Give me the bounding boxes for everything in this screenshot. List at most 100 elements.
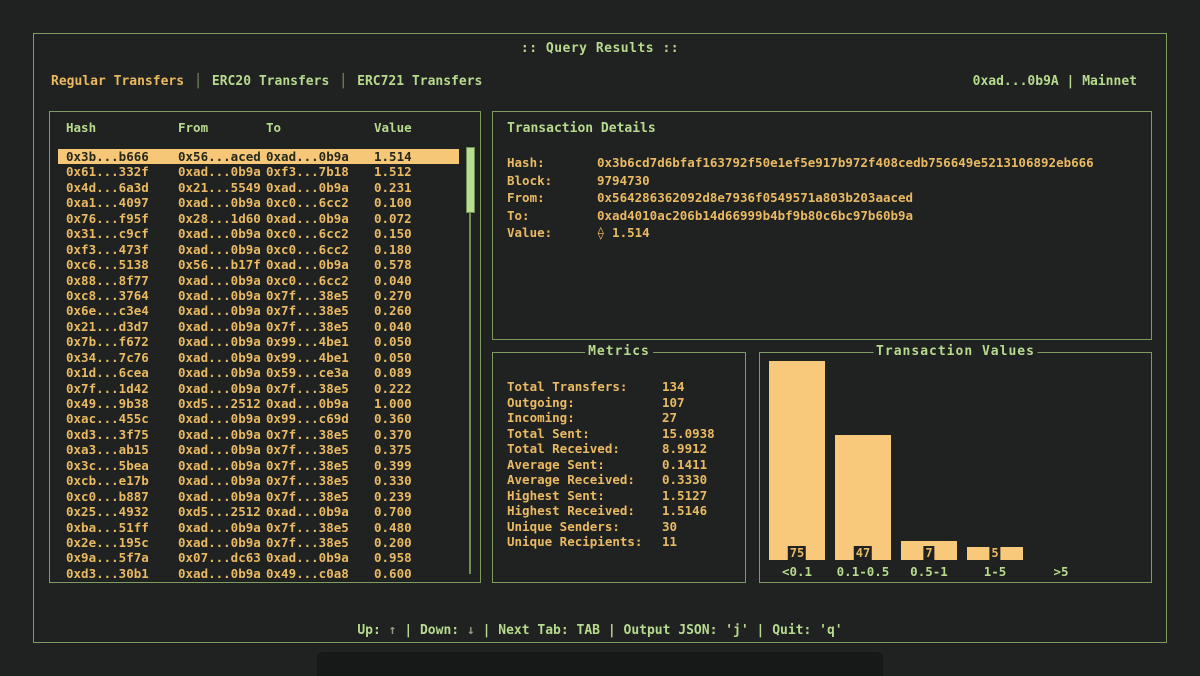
scrollbar-thumb[interactable] <box>466 147 475 213</box>
table-row[interactable]: 0x2e...195c0xad...0b9a0x7f...38e50.200 <box>58 535 459 550</box>
cell-to: 0x7f...38e5 <box>266 489 374 504</box>
table-row[interactable]: 0xd3...3f750xad...0b9a0x7f...38e50.370 <box>58 427 459 442</box>
details-field: Value:⟠ 1.514 <box>507 224 1143 242</box>
cell-hash: 0xcb...e17b <box>66 473 178 488</box>
table-row[interactable]: 0x6e...c3e40xad...0b9a0x7f...38e50.260 <box>58 303 459 318</box>
cell-to: 0x7f...38e5 <box>266 381 374 396</box>
table-row[interactable]: 0x1d...6cea0xad...0b9a0x59...ce3a0.089 <box>58 365 459 380</box>
cell-to: 0xad...0b9a <box>266 396 374 411</box>
cell-value: 0.222 <box>374 381 459 396</box>
x-axis-tick-label: 0.1-0.5 <box>835 564 891 579</box>
cell-from: 0xad...0b9a <box>178 365 266 380</box>
x-axis-tick-label: >5 <box>1033 564 1089 579</box>
field-value: ⟠ 1.514 <box>597 224 650 242</box>
table-row[interactable]: 0x25...49320xd5...25120xad...0b9a0.700 <box>58 504 459 519</box>
metric-row: Total Transfers:134 <box>507 379 739 395</box>
tab-regular-transfers[interactable]: Regular Transfers <box>51 74 184 89</box>
table-row[interactable]: 0x3b...b6660x56...aced0xad...0b9a1.514 <box>58 149 459 164</box>
transfers-table-panel: Hash From To Value 0x3b...b6660x56...ace… <box>49 111 481 583</box>
table-row[interactable]: 0xa3...ab150xad...0b9a0x7f...38e50.375 <box>58 442 459 457</box>
tab-separator: │ <box>194 74 202 89</box>
cell-value: 0.700 <box>374 504 459 519</box>
cell-from: 0xad...0b9a <box>178 473 266 488</box>
cell-from: 0xd5...2512 <box>178 396 266 411</box>
table-row[interactable]: 0x61...332f0xad...0b9a0xf3...7b181.512 <box>58 164 459 179</box>
metric-value: 0.1411 <box>662 457 707 473</box>
table-row[interactable]: 0x88...8f770xad...0b9a0xc0...6cc20.040 <box>58 273 459 288</box>
field-label: Value: <box>507 224 597 242</box>
cell-to: 0x59...ce3a <box>266 365 374 380</box>
table-row[interactable]: 0x9a...5f7a0x07...dc630xad...0b9a0.958 <box>58 550 459 565</box>
metric-label: Highest Received: <box>507 503 662 519</box>
cell-to: 0x7f...38e5 <box>266 288 374 303</box>
table-row[interactable]: 0xf3...473f0xad...0b9a0xc0...6cc20.180 <box>58 242 459 257</box>
account-network-label: 0xad...0b9A | Mainnet <box>973 74 1137 89</box>
cell-hash: 0x3c...5bea <box>66 458 178 473</box>
cell-from: 0xad...0b9a <box>178 334 266 349</box>
cell-value: 0.578 <box>374 257 459 272</box>
table-row[interactable]: 0x49...9b380xd5...25120xad...0b9a1.000 <box>58 396 459 411</box>
chart-panel-title: Transaction Values <box>873 344 1038 359</box>
tab-bar: Regular Transfers │ ERC20 Transfers │ ER… <box>51 72 1137 90</box>
arrow-key-icon: ↓ <box>467 623 475 638</box>
cell-value: 0.600 <box>374 566 459 581</box>
cell-to: 0x99...c69d <box>266 411 374 426</box>
cell-to: 0x7f...38e5 <box>266 442 374 457</box>
tab-erc721-transfers[interactable]: ERC721 Transfers <box>357 74 482 89</box>
metric-label: Unique Senders: <box>507 519 662 535</box>
cell-to: 0xc0...6cc2 <box>266 242 374 257</box>
cell-value: 1.512 <box>374 164 459 179</box>
table-row[interactable]: 0x76...f95f0x28...1d600xad...0b9a0.072 <box>58 211 459 226</box>
cell-value: 0.050 <box>374 350 459 365</box>
table-row[interactable]: 0x34...7c760xad...0b9a0x99...4be10.050 <box>58 350 459 365</box>
cell-value: 0.480 <box>374 520 459 535</box>
column-header-from: From <box>178 120 266 135</box>
table-row[interactable]: 0xcb...e17b0xad...0b9a0x7f...38e50.330 <box>58 473 459 488</box>
table-row[interactable]: 0x4d...6a3d0x21...55490xad...0b9a0.231 <box>58 180 459 195</box>
table-row[interactable]: 0xac...455c0xad...0b9a0x99...c69d0.360 <box>58 411 459 426</box>
table-row[interactable]: 0x31...c9cf0xad...0b9a0xc0...6cc20.150 <box>58 226 459 241</box>
cell-value: 1.000 <box>374 396 459 411</box>
cell-value: 0.375 <box>374 442 459 457</box>
details-title: Transaction Details <box>507 121 656 136</box>
bar-slot: 5 <box>967 360 1023 560</box>
cell-from: 0xad...0b9a <box>178 288 266 303</box>
cell-from: 0xad...0b9a <box>178 381 266 396</box>
transaction-details-panel: Transaction Details Hash:0x3b6cd7d6bfaf1… <box>492 111 1152 340</box>
metric-value: 1.5127 <box>662 488 707 504</box>
cell-from: 0xad...0b9a <box>178 566 266 581</box>
cell-from: 0x56...aced <box>178 149 266 164</box>
tab-separator: │ <box>339 74 347 89</box>
cell-hash: 0x31...c9cf <box>66 226 178 241</box>
cell-to: 0xc0...6cc2 <box>266 226 374 241</box>
table-row[interactable]: 0xa1...40970xad...0b9a0xc0...6cc20.100 <box>58 195 459 210</box>
cell-hash: 0xd3...3f75 <box>66 427 178 442</box>
metric-row: Highest Received:1.5146 <box>507 503 739 519</box>
metric-value: 134 <box>662 379 685 395</box>
x-axis-tick-label: <0.1 <box>769 564 825 579</box>
bar-0.1-0.5: 47 <box>835 435 891 560</box>
metric-label: Unique Recipients: <box>507 534 662 550</box>
table-row[interactable]: 0xc0...b8870xad...0b9a0x7f...38e50.239 <box>58 489 459 504</box>
tab-erc20-transfers[interactable]: ERC20 Transfers <box>212 74 329 89</box>
table-row[interactable]: 0x7f...1d420xad...0b9a0x7f...38e50.222 <box>58 381 459 396</box>
cell-hash: 0xac...455c <box>66 411 178 426</box>
bar-slot: 7 <box>901 360 957 560</box>
table-row[interactable]: 0xba...51ff0xad...0b9a0x7f...38e50.480 <box>58 520 459 535</box>
metrics-list: Total Transfers:134Outgoing:107Incoming:… <box>507 379 739 550</box>
cell-from: 0xad...0b9a <box>178 226 266 241</box>
table-row[interactable]: 0xc6...51380x56...b17f0xad...0b9a0.578 <box>58 257 459 272</box>
table-row[interactable]: 0x21...d3d70xad...0b9a0x7f...38e50.040 <box>58 319 459 334</box>
cell-hash: 0x25...4932 <box>66 504 178 519</box>
details-field: Hash:0x3b6cd7d6bfaf163792f50e1ef5e917b97… <box>507 154 1143 172</box>
cell-value: 0.330 <box>374 473 459 488</box>
table-row[interactable]: 0x7b...f6720xad...0b9a0x99...4be10.050 <box>58 334 459 349</box>
cell-from: 0xad...0b9a <box>178 350 266 365</box>
metric-label: Total Received: <box>507 441 662 457</box>
cell-to: 0x99...4be1 <box>266 350 374 365</box>
bar-slot <box>1033 360 1089 560</box>
table-row[interactable]: 0xd3...30b10xad...0b9a0x49...c0a80.600 <box>58 566 459 581</box>
table-row[interactable]: 0xc8...37640xad...0b9a0x7f...38e50.270 <box>58 288 459 303</box>
dock-shadow-strip <box>317 652 883 676</box>
table-row[interactable]: 0x3c...5bea0xad...0b9a0x7f...38e50.399 <box>58 458 459 473</box>
